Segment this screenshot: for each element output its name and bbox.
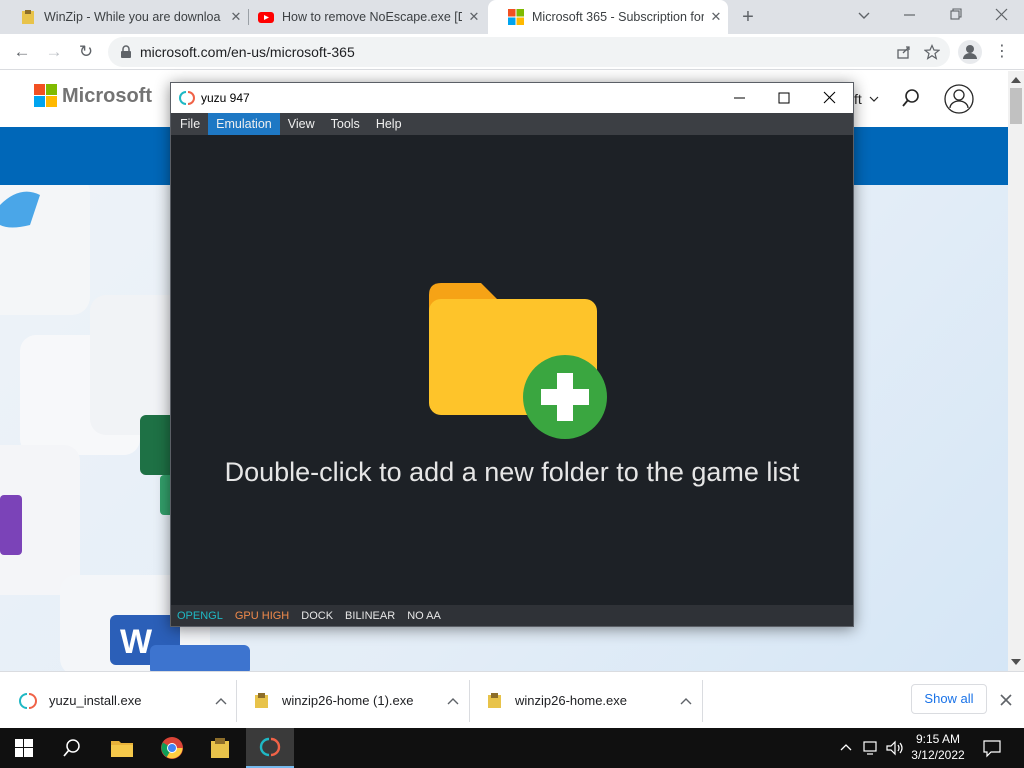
- status-filter[interactable]: BILINEAR: [345, 610, 395, 622]
- winzip-file-icon: [488, 692, 501, 708]
- network-icon[interactable]: [862, 739, 880, 757]
- close-tab-icon[interactable]: ✕: [462, 9, 486, 25]
- tab-title: How to remove NoEscape.exe [D: [282, 10, 462, 24]
- empty-game-list-message: Double-click to add a new folder to the …: [224, 457, 800, 487]
- taskbar-winzip[interactable]: [196, 728, 244, 768]
- download-item[interactable]: yuzu_install.exe: [18, 672, 228, 729]
- taskbar-yuzu-active[interactable]: [246, 728, 294, 768]
- browser-toolbar: ← → ↻ microsoft.com/en-us/microsoft-365 …: [0, 34, 1024, 70]
- bookmark-star-icon[interactable]: [924, 44, 940, 60]
- url-text: microsoft.com/en-us/microsoft-365: [140, 44, 355, 60]
- download-filename: yuzu_install.exe: [49, 693, 142, 708]
- chevron-up-icon[interactable]: [446, 696, 460, 706]
- status-renderer[interactable]: OPENGL: [177, 610, 223, 622]
- volume-icon[interactable]: [885, 739, 905, 757]
- tab-winzip[interactable]: WinZip - While you are downloa ✕: [0, 0, 248, 34]
- search-icon: [63, 739, 80, 757]
- download-filename: winzip26-home.exe: [515, 693, 628, 708]
- yuzu-window: yuzu 947 File Emulation View Tools Help …: [170, 82, 854, 627]
- yuzu-status-bar: OPENGL GPU HIGH DOCK BILINEAR NO AA: [171, 605, 853, 626]
- tab-search-chevron-icon[interactable]: [852, 6, 876, 26]
- close-tab-icon[interactable]: ✕: [704, 9, 728, 25]
- chevron-up-icon[interactable]: [679, 696, 693, 706]
- start-button[interactable]: [0, 728, 48, 768]
- taskbar-file-explorer[interactable]: [98, 728, 146, 768]
- close-shelf-icon[interactable]: [996, 690, 1016, 710]
- restore-browser-button[interactable]: [942, 4, 970, 26]
- status-anti-aliasing[interactable]: NO AA: [407, 610, 441, 622]
- taskbar-search-button[interactable]: [48, 728, 96, 768]
- menu-emulation[interactable]: Emulation: [208, 113, 280, 135]
- new-tab-button[interactable]: +: [736, 4, 760, 30]
- back-arrow-icon[interactable]: ←: [10, 40, 34, 64]
- share-icon[interactable]: [896, 44, 912, 60]
- reload-icon[interactable]: ↻: [74, 40, 98, 64]
- forward-arrow-icon[interactable]: →: [42, 40, 66, 64]
- svg-text:W: W: [120, 623, 153, 661]
- tab-title: Microsoft 365 - Subscription for: [532, 10, 704, 24]
- menu-view[interactable]: View: [280, 113, 323, 135]
- menu-file[interactable]: File: [172, 113, 208, 135]
- tab-title: WinZip - While you are downloa: [44, 10, 221, 24]
- menu-help[interactable]: Help: [368, 113, 410, 135]
- tab-youtube[interactable]: How to remove NoEscape.exe [D ✕: [238, 0, 486, 34]
- scroll-down-arrow-icon[interactable]: [1011, 659, 1021, 665]
- yuzu-close-button[interactable]: [815, 85, 845, 111]
- menu-tools[interactable]: Tools: [323, 113, 368, 135]
- taskbar-clock[interactable]: 9:15 AM 3/12/2022: [906, 731, 970, 763]
- scroll-up-arrow-icon[interactable]: [1011, 77, 1021, 83]
- tab-microsoft-365[interactable]: Microsoft 365 - Subscription for ✕: [488, 0, 728, 34]
- tab-strip: WinZip - While you are downloa ✕ How to …: [0, 0, 1024, 34]
- show-all-button[interactable]: Show all: [911, 684, 987, 714]
- nav-fragment[interactable]: ft: [854, 91, 862, 107]
- search-icon[interactable]: [900, 87, 922, 109]
- close-browser-button[interactable]: [988, 4, 1016, 26]
- microsoft-logo-icon[interactable]: [34, 84, 58, 108]
- yuzu-menu-bar: File Emulation View Tools Help: [171, 113, 853, 135]
- game-list-area[interactable]: Double-click to add a new folder to the …: [171, 135, 853, 605]
- taskbar-chrome[interactable]: [148, 728, 196, 768]
- add-folder-icon[interactable]: [425, 279, 609, 441]
- address-bar[interactable]: microsoft.com/en-us/microsoft-365: [108, 37, 950, 67]
- microsoft-icon: [508, 9, 524, 25]
- yuzu-logo-icon: [179, 91, 195, 105]
- yuzu-file-icon: [19, 692, 37, 709]
- download-filename: winzip26-home (1).exe: [282, 693, 414, 708]
- download-separator: [236, 680, 237, 722]
- show-hidden-icons-chevron-icon[interactable]: [838, 740, 854, 756]
- lock-icon: [121, 45, 131, 58]
- clock-time: 9:15 AM: [915, 732, 961, 746]
- yuzu-title-text: yuzu 947: [201, 91, 250, 105]
- yuzu-maximize-button[interactable]: [769, 85, 799, 111]
- folder-icon: [111, 741, 133, 757]
- winzip-file-icon: [255, 692, 268, 708]
- profile-avatar[interactable]: [958, 40, 982, 64]
- download-separator: [469, 680, 470, 722]
- winzip-icon: [22, 10, 34, 24]
- account-icon[interactable]: [943, 83, 975, 115]
- youtube-icon: [258, 12, 274, 23]
- chrome-icon: [161, 737, 183, 759]
- browser-menu-icon[interactable]: ⋮: [992, 40, 1012, 64]
- download-item[interactable]: winzip26-home.exe: [485, 672, 693, 729]
- ms-brand-text[interactable]: Microsoft: [62, 85, 152, 108]
- scroll-thumb[interactable]: [1010, 88, 1022, 124]
- download-item[interactable]: winzip26-home (1).exe: [252, 672, 460, 729]
- status-gpu-accuracy[interactable]: GPU HIGH: [235, 610, 289, 622]
- winzip-icon: [211, 738, 229, 758]
- yuzu-minimize-button[interactable]: [725, 85, 755, 111]
- chevron-down-icon: [869, 96, 879, 102]
- download-separator: [702, 680, 703, 722]
- minimize-browser-button[interactable]: [896, 4, 924, 26]
- chevron-up-icon[interactable]: [214, 696, 228, 706]
- yuzu-logo-icon: [259, 737, 281, 757]
- page-scrollbar[interactable]: [1008, 71, 1024, 671]
- download-shelf: yuzu_install.exe winzip26-home (1).exe w…: [0, 671, 1024, 728]
- windows-logo-icon: [15, 739, 33, 757]
- status-dock-mode[interactable]: DOCK: [301, 610, 333, 622]
- clock-date: 3/12/2022: [911, 748, 965, 762]
- windows-taskbar: 9:15 AM 3/12/2022: [0, 728, 1024, 768]
- notifications-icon[interactable]: [982, 738, 1002, 758]
- yuzu-title-bar[interactable]: yuzu 947: [171, 83, 853, 113]
